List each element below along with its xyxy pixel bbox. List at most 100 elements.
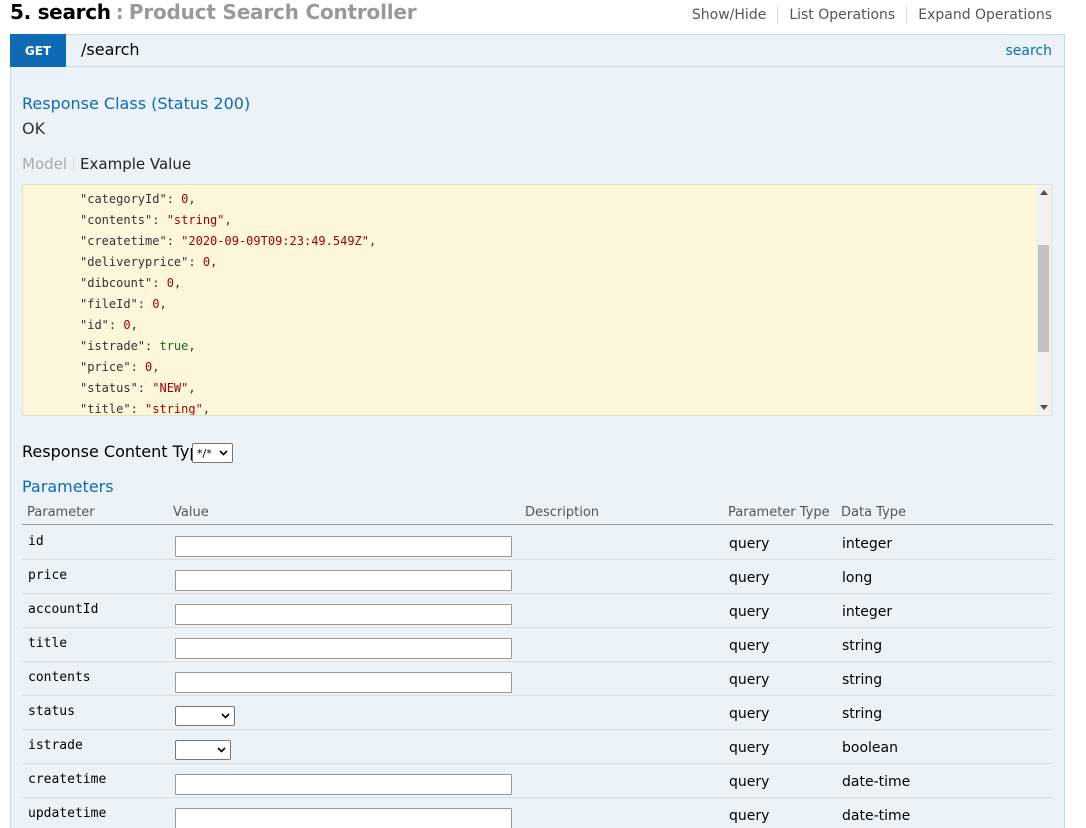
parameter-type: query <box>729 672 770 688</box>
table-row: accountId query integer <box>22 594 1053 628</box>
json-key: "id" <box>80 318 109 332</box>
operation-tag-link[interactable]: search <box>1005 43 1052 59</box>
json-colon: : <box>188 255 203 269</box>
json-comma: , <box>369 234 377 248</box>
response-class-title: Response Class (Status 200) <box>22 94 251 113</box>
tab-example-value[interactable]: Example Value <box>74 155 191 173</box>
json-comma: , <box>188 192 196 206</box>
http-method-badge[interactable]: GET <box>10 34 66 67</box>
parameter-data-type: boolean <box>842 740 898 756</box>
parameter-value-input[interactable] <box>175 774 512 795</box>
json-colon: : <box>152 213 167 227</box>
parameter-value-select[interactable] <box>175 706 235 726</box>
parameter-value-input[interactable] <box>175 638 512 659</box>
column-data-type: Data Type <box>841 505 907 520</box>
show-hide-link[interactable]: Show/Hide <box>681 6 779 24</box>
page: 5. search : Product Search Controller Sh… <box>0 0 1086 828</box>
parameter-name: status <box>28 704 75 719</box>
example-value-code[interactable]: "categoryId": 0, "contents": "string", "cr… <box>22 184 1052 416</box>
code-scrollbar[interactable] <box>1036 185 1051 415</box>
table-row: updatetime query date-time <box>22 798 1053 828</box>
resource-actions: Show/Hide List Operations Expand Operati… <box>681 6 1052 24</box>
column-description: Description <box>525 505 600 520</box>
table-row: contents query string <box>22 662 1053 696</box>
json-comma: , <box>188 339 196 353</box>
json-comma: , <box>188 381 196 395</box>
column-parameter: Parameter <box>27 505 95 520</box>
parameter-data-type: string <box>842 706 883 722</box>
scroll-thumb[interactable] <box>1038 245 1049 352</box>
parameter-type: query <box>729 808 770 824</box>
resource-heading[interactable]: 5. search : Product Search Controller <box>10 0 417 26</box>
table-row: status query string <box>22 696 1053 730</box>
tab-model[interactable]: Model <box>22 155 75 173</box>
response-content-type-value: */* <box>197 446 212 460</box>
parameter-value-input[interactable] <box>175 808 512 828</box>
parameter-type: query <box>729 604 770 620</box>
parameter-data-type: integer <box>842 536 893 552</box>
json-comma: , <box>224 213 232 227</box>
parameters-title: Parameters <box>22 477 114 496</box>
response-content-type-label: Response Content Type <box>22 442 210 461</box>
model-tabs: Model Example Value <box>22 155 191 173</box>
heading-separator: : <box>115 0 124 24</box>
json-value: "string" <box>145 402 203 416</box>
parameter-data-type: date-time <box>842 808 911 824</box>
operation-path[interactable]: /search <box>81 40 140 59</box>
parameter-name: createtime <box>28 772 107 787</box>
parameter-name: contents <box>28 670 91 685</box>
parameter-data-type: integer <box>842 604 893 620</box>
json-colon: : <box>130 402 146 416</box>
operation-header[interactable]: GET /search search <box>10 34 1064 67</box>
json-value: 0 <box>123 318 131 332</box>
chevron-down-icon <box>221 711 230 720</box>
json-value: "string" <box>166 213 225 227</box>
json-comma: , <box>202 402 211 416</box>
expand-operations-link[interactable]: Expand Operations <box>907 6 1052 24</box>
code-line: "deliveryprice": 0, <box>23 252 376 273</box>
parameter-value-input[interactable] <box>175 604 512 625</box>
code-line: "status": "NEW", <box>23 378 376 399</box>
parameter-data-type: long <box>842 570 873 586</box>
json-value: "2020-09-09T09:23:49.549Z" <box>181 234 369 248</box>
table-row: title query string <box>22 628 1053 662</box>
parameter-name: id <box>28 534 44 549</box>
parameter-name: istrade <box>28 738 83 753</box>
parameter-value-input[interactable] <box>175 672 512 693</box>
scroll-down-arrow-icon[interactable] <box>1036 400 1051 415</box>
json-colon: : <box>166 192 182 206</box>
resource-name[interactable]: 5. search <box>10 0 111 24</box>
json-value: 0 <box>202 255 211 269</box>
parameter-data-type: date-time <box>842 774 911 790</box>
table-row: price query long <box>22 560 1053 594</box>
table-row: id query integer <box>22 526 1053 560</box>
code-line: "fileId": 0, <box>23 294 376 315</box>
json-comma: , <box>152 360 160 374</box>
parameter-data-type: string <box>842 672 883 688</box>
json-key: "price" <box>80 360 131 374</box>
json-colon: : <box>137 297 153 311</box>
parameter-name: updatetime <box>28 806 107 821</box>
list-operations-link[interactable]: List Operations <box>778 6 908 24</box>
response-content-type-select[interactable]: */* <box>192 443 233 463</box>
json-comma: , <box>159 297 167 311</box>
code-line: "price": 0, <box>23 357 376 378</box>
json-comma: , <box>173 276 182 290</box>
parameter-type: query <box>729 536 770 552</box>
scroll-up-arrow-icon[interactable] <box>1036 185 1051 200</box>
parameter-value-input[interactable] <box>175 570 512 591</box>
code-line: "createtime": "2020-09-09T09:23:49.549Z"… <box>23 231 376 252</box>
parameter-type: query <box>729 638 770 654</box>
parameter-data-type: string <box>842 638 883 654</box>
json-value: true <box>159 339 189 353</box>
resource-description: Product Search Controller <box>128 0 417 24</box>
parameter-value-input[interactable] <box>175 536 512 557</box>
parameter-name: accountId <box>28 602 99 617</box>
table-row: istrade query boolean <box>22 730 1053 764</box>
parameter-value-select[interactable] <box>175 740 231 760</box>
code-line: "categoryId": 0, <box>23 189 376 210</box>
json-comma: , <box>130 318 138 332</box>
code-line: "contents": "string", <box>23 210 376 231</box>
column-value: Value <box>173 505 209 520</box>
json-colon: : <box>137 381 153 395</box>
